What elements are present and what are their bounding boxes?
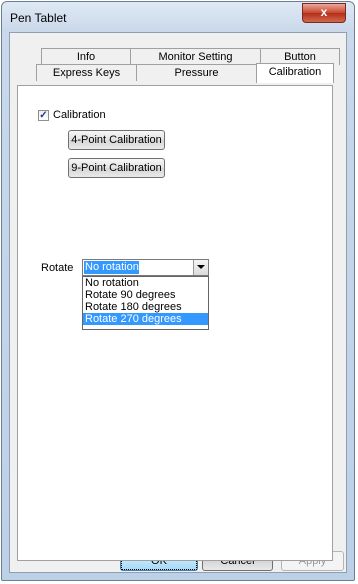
tab-info[interactable]: Info bbox=[41, 48, 131, 65]
window-title: Pen Tablet bbox=[10, 11, 67, 25]
rotate-select[interactable]: No rotation bbox=[82, 259, 209, 276]
four-point-calibration-button[interactable]: 4-Point Calibration bbox=[68, 130, 165, 150]
rotate-option-270[interactable]: Rotate 270 degrees bbox=[83, 313, 208, 325]
close-button[interactable]: x bbox=[302, 3, 346, 23]
tab-pressure[interactable]: Pressure bbox=[136, 64, 257, 81]
rotate-dropdown-list: No rotation Rotate 90 degrees Rotate 180… bbox=[82, 276, 209, 330]
calibration-checkbox-label[interactable]: Calibration bbox=[53, 109, 106, 121]
nine-point-calibration-button[interactable]: 9-Point Calibration bbox=[68, 158, 165, 178]
tab-calibration[interactable]: Calibration bbox=[256, 63, 334, 83]
tab-monitor-setting[interactable]: Monitor Setting bbox=[130, 48, 261, 65]
rotate-option-none[interactable]: No rotation bbox=[83, 277, 208, 289]
title-bar[interactable]: Pen Tablet x bbox=[2, 2, 354, 32]
pen-tablet-window: Pen Tablet x Info Monitor Setting Button… bbox=[1, 1, 355, 581]
calibration-panel: ✓ Calibration 4-Point Calibration 9-Poin… bbox=[17, 85, 333, 561]
calibration-checkbox[interactable]: ✓ bbox=[38, 110, 49, 121]
rotate-option-90[interactable]: Rotate 90 degrees bbox=[83, 289, 208, 301]
rotate-label: Rotate bbox=[41, 262, 74, 274]
tab-express-keys[interactable]: Express Keys bbox=[36, 64, 137, 81]
dialog-body: Info Monitor Setting Button Express Keys… bbox=[9, 32, 347, 573]
rotate-select-value: No rotation bbox=[84, 261, 139, 274]
chevron-down-icon[interactable] bbox=[193, 260, 208, 275]
rotate-option-180[interactable]: Rotate 180 degrees bbox=[83, 301, 208, 313]
